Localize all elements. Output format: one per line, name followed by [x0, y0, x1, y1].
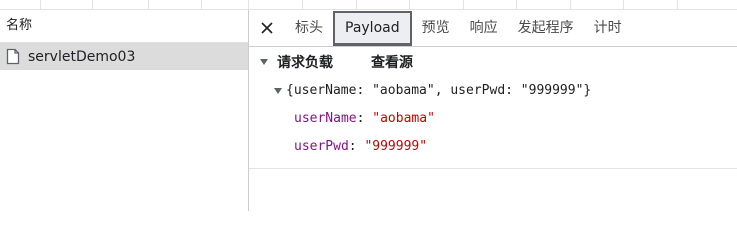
triangle-down-icon[interactable] [273, 86, 283, 96]
object-summary-text: {userName: "aobama", userPwd: "999999"} [286, 83, 592, 98]
request-list-panel: 名称 servletDemo03 [0, 10, 249, 211]
tab-preview[interactable]: 预览 [412, 11, 460, 45]
request-row-servletdemo03[interactable]: servletDemo03 [0, 43, 248, 70]
tab-initiator[interactable]: 发起程序 [508, 11, 584, 45]
content-divider [249, 168, 737, 169]
property-key: userPwd [294, 138, 349, 154]
property-value: "aobama" [372, 110, 435, 126]
document-icon [6, 48, 20, 65]
section-title: 请求负载 [277, 55, 333, 71]
triangle-down-icon[interactable] [259, 57, 269, 67]
tab-response[interactable]: 响应 [460, 11, 508, 45]
request-name: servletDemo03 [28, 48, 136, 65]
view-source-button[interactable]: 查看源 [371, 52, 413, 72]
detail-tabbar: 标头 Payload 预览 响应 发起程序 计时 [249, 10, 737, 47]
name-column-header[interactable]: 名称 [0, 10, 248, 43]
request-payload-section[interactable]: 请求负载 查看源 [259, 47, 737, 77]
close-detail-button[interactable] [253, 14, 281, 42]
property-value: "999999" [364, 138, 428, 154]
payload-content: 请求负载 查看源 {userName: "aobama", userPwd: "… [249, 47, 737, 160]
property-separator: : [348, 138, 365, 154]
tab-headers[interactable]: 标头 [285, 11, 333, 45]
payload-property-row: userPwd: "999999" [259, 132, 737, 160]
close-icon [261, 22, 273, 34]
tab-payload[interactable]: Payload [333, 10, 412, 46]
payload-object-summary[interactable]: {userName: "aobama", userPwd: "999999"} [259, 77, 737, 104]
tab-timing[interactable]: 计时 [584, 11, 632, 45]
payload-property-row: userName: "aobama" [259, 104, 737, 132]
property-key: userName [294, 110, 357, 126]
request-detail-panel: 标头 Payload 预览 响应 发起程序 计时 请求负载 查看源 {userN… [249, 10, 737, 211]
top-toolbar-strip [0, 0, 737, 10]
property-separator: : [356, 110, 373, 126]
